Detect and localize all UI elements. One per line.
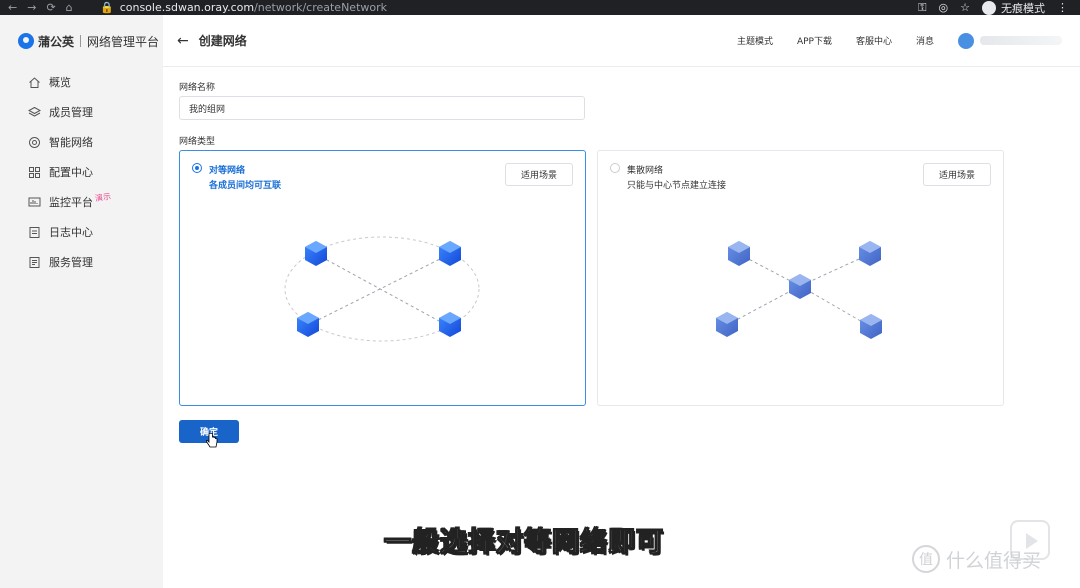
sidebar-item-label: 配置中心	[49, 166, 93, 179]
network-name-label: 网络名称	[179, 83, 216, 93]
brand-subtitle: 网络管理平台	[87, 34, 160, 49]
sidebar-item-label: 监控平台	[49, 196, 93, 209]
demo-badge: 演示	[94, 191, 112, 203]
sidebar-item-label: 概览	[49, 76, 71, 89]
brand-name: 蒲公英	[38, 34, 75, 49]
sidebar-item-label: 智能网络	[49, 136, 93, 149]
sidebar-item-logs[interactable]: 日志中心	[0, 217, 163, 247]
sidebar-item-config[interactable]: 配置中心	[0, 157, 163, 187]
watermark-logo-icon: 值	[912, 545, 940, 573]
messages-link[interactable]: 消息	[916, 34, 934, 47]
option-description: 各成员间均可互联	[209, 181, 282, 191]
url-path: /network/createNetwork	[254, 1, 388, 14]
sidebar-menu: 概览 成员管理 智能网络 配置中心 监控平台 演示 日志中心 服务管理	[0, 67, 163, 277]
node-cube-icon	[439, 312, 461, 337]
node-cube-icon	[439, 241, 461, 266]
back-arrow-icon[interactable]: ←	[177, 33, 189, 49]
grid-icon	[28, 166, 41, 179]
theme-mode-link[interactable]: 主题模式	[737, 34, 773, 47]
reload-icon[interactable]: ⟳	[46, 1, 55, 14]
monitor-icon	[28, 196, 41, 209]
node-cube-icon	[305, 241, 327, 266]
video-subtitle: 一般选择对等网络即可	[384, 527, 664, 559]
lock-icon: 🔒	[100, 1, 114, 14]
radio-peer[interactable]	[192, 163, 202, 173]
watermark: 值 什么值得买	[912, 545, 1041, 573]
use-case-button[interactable]: 适用场景	[923, 163, 991, 186]
hand-cursor-icon	[206, 433, 218, 448]
home-icon[interactable]: ⌂	[66, 1, 73, 14]
layers-icon	[28, 106, 41, 119]
username-blurred	[980, 36, 1062, 45]
url-host: console.sdwan.oray.com	[119, 1, 255, 14]
browser-toolbar: ← → ⟳ ⌂ 🔒 console.sdwan.oray.com/network…	[0, 0, 1080, 15]
page-title: 创建网络	[198, 34, 247, 48]
forward-arrow-icon[interactable]: →	[27, 1, 36, 14]
network-type-card-peer[interactable]: 对等网络 各成员间均可互联 适用场景	[179, 150, 586, 406]
sidebar-item-members[interactable]: 成员管理	[0, 97, 163, 127]
option-description: 只能与中心节点建立连接	[627, 181, 727, 191]
hub-cube-icon	[789, 274, 811, 299]
sidebar-item-smart-network[interactable]: 智能网络	[0, 127, 163, 157]
watermark-text: 什么值得买	[946, 549, 1042, 572]
support-center-link[interactable]: 客服中心	[856, 34, 892, 47]
back-arrow-icon[interactable]: ←	[8, 1, 17, 14]
network-type-card-hub[interactable]: 集散网络 只能与中心节点建立连接 适用场景	[597, 150, 1004, 406]
list-icon	[28, 256, 41, 269]
sidebar-item-label: 日志中心	[49, 226, 93, 239]
node-cube-icon	[859, 241, 881, 266]
sidebar-item-label: 服务管理	[49, 256, 93, 269]
brand[interactable]: 蒲公英 网络管理平台	[0, 15, 163, 67]
node-cube-icon	[728, 241, 750, 266]
brand-divider	[80, 35, 82, 47]
option-title: 对等网络	[209, 166, 246, 176]
network-name-input[interactable]: 我的组网	[179, 96, 585, 120]
incognito-label: 无痕模式	[1001, 1, 1045, 15]
key-icon[interactable]: ⚿	[918, 1, 926, 15]
sidebar: 蒲公英 网络管理平台 概览 成员管理 智能网络 配置中心 监控平台 演示 日志中…	[0, 15, 163, 588]
sidebar-item-overview[interactable]: 概览	[0, 67, 163, 97]
star-icon[interactable]: ☆	[960, 1, 970, 14]
user-menu[interactable]	[958, 32, 1062, 49]
node-cube-icon	[860, 314, 882, 339]
network-type-label: 网络类型	[179, 137, 216, 147]
network-icon	[28, 136, 41, 149]
browser-nav: ← → ⟳ ⌂	[0, 1, 100, 14]
avatar	[958, 32, 974, 49]
document-icon	[28, 226, 41, 239]
node-cube-icon	[716, 312, 738, 337]
page-header: ← 创建网络 主题模式 APP下载 客服中心 消息	[163, 15, 1080, 67]
app-download-link[interactable]: APP下载	[797, 34, 832, 47]
radio-hub[interactable]	[610, 163, 620, 173]
node-cube-icon	[297, 312, 319, 337]
more-menu-icon[interactable]: ⋮	[1057, 1, 1068, 14]
header-links: 主题模式 APP下载 客服中心 消息	[737, 32, 1080, 49]
sidebar-item-monitor[interactable]: 监控平台 演示	[0, 187, 163, 217]
incognito-avatar-icon	[982, 0, 996, 15]
incognito-indicator[interactable]: 无痕模式	[982, 0, 1045, 16]
use-case-button[interactable]: 适用场景	[505, 163, 573, 186]
option-title: 集散网络	[627, 166, 664, 176]
address-bar[interactable]: 🔒 console.sdwan.oray.com/network/createN…	[100, 1, 918, 14]
brand-logo-icon	[18, 33, 34, 49]
home-icon	[28, 76, 41, 89]
eye-off-icon[interactable]: ◎	[939, 1, 949, 14]
sidebar-item-services[interactable]: 服务管理	[0, 247, 163, 277]
sidebar-item-label: 成员管理	[49, 106, 93, 119]
